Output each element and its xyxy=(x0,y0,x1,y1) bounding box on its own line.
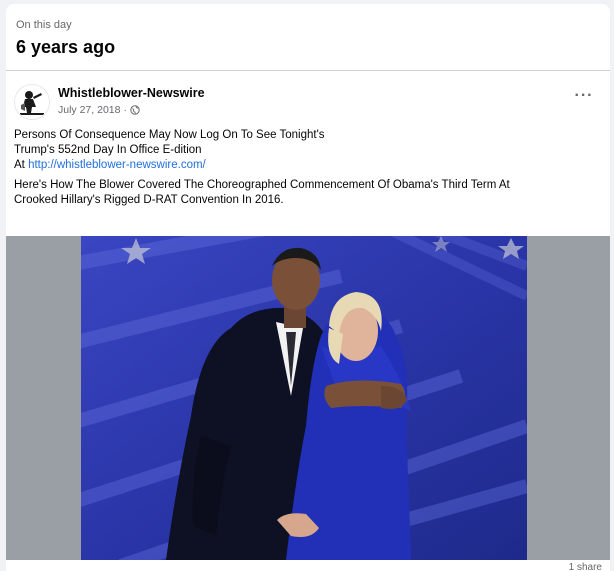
whistleblower-logo-icon xyxy=(15,85,49,119)
globe-icon xyxy=(130,105,140,115)
memory-card: On this day 6 years ago Whistleblower-Ne… xyxy=(6,4,610,571)
post-line: Persons Of Consequence May Now Log On To… xyxy=(14,129,325,141)
media-area xyxy=(6,236,610,560)
share-count[interactable]: 1 share xyxy=(569,562,602,571)
post-footer: 1 share xyxy=(6,560,610,571)
post-date[interactable]: July 27, 2018 xyxy=(58,104,120,116)
avatar[interactable] xyxy=(14,84,50,120)
memory-kicker: On this day xyxy=(16,19,72,31)
post-link-line: At http://whistleblower-newswire.com/ xyxy=(14,158,598,173)
post-line: Crooked Hillary's Rigged D-RAT Conventio… xyxy=(14,194,284,206)
memory-header: On this day 6 years ago xyxy=(6,4,610,57)
post-line: Trump's 552nd Day In Office E-dition xyxy=(14,144,202,156)
link-prefix: At xyxy=(14,159,29,171)
more-options-button[interactable]: ··· xyxy=(570,86,598,106)
author-name[interactable]: Whistleblower-Newswire xyxy=(58,86,205,100)
photo-two-people-embracing-icon xyxy=(81,236,527,560)
post-header: Whistleblower-Newswire July 27, 2018 · ·… xyxy=(14,82,600,122)
post-line: Here's How The Blower Covered The Choreo… xyxy=(14,179,510,191)
meta-separator: · xyxy=(123,104,127,116)
post-link[interactable]: http://whistleblower-newswire.com/ xyxy=(28,159,206,171)
memory-title: 6 years ago xyxy=(16,37,116,57)
divider xyxy=(6,70,610,71)
post-meta: July 27, 2018 · xyxy=(58,104,140,116)
post-photo[interactable] xyxy=(81,236,527,560)
post-text: Persons Of Consequence May Now Log On To… xyxy=(14,128,598,208)
